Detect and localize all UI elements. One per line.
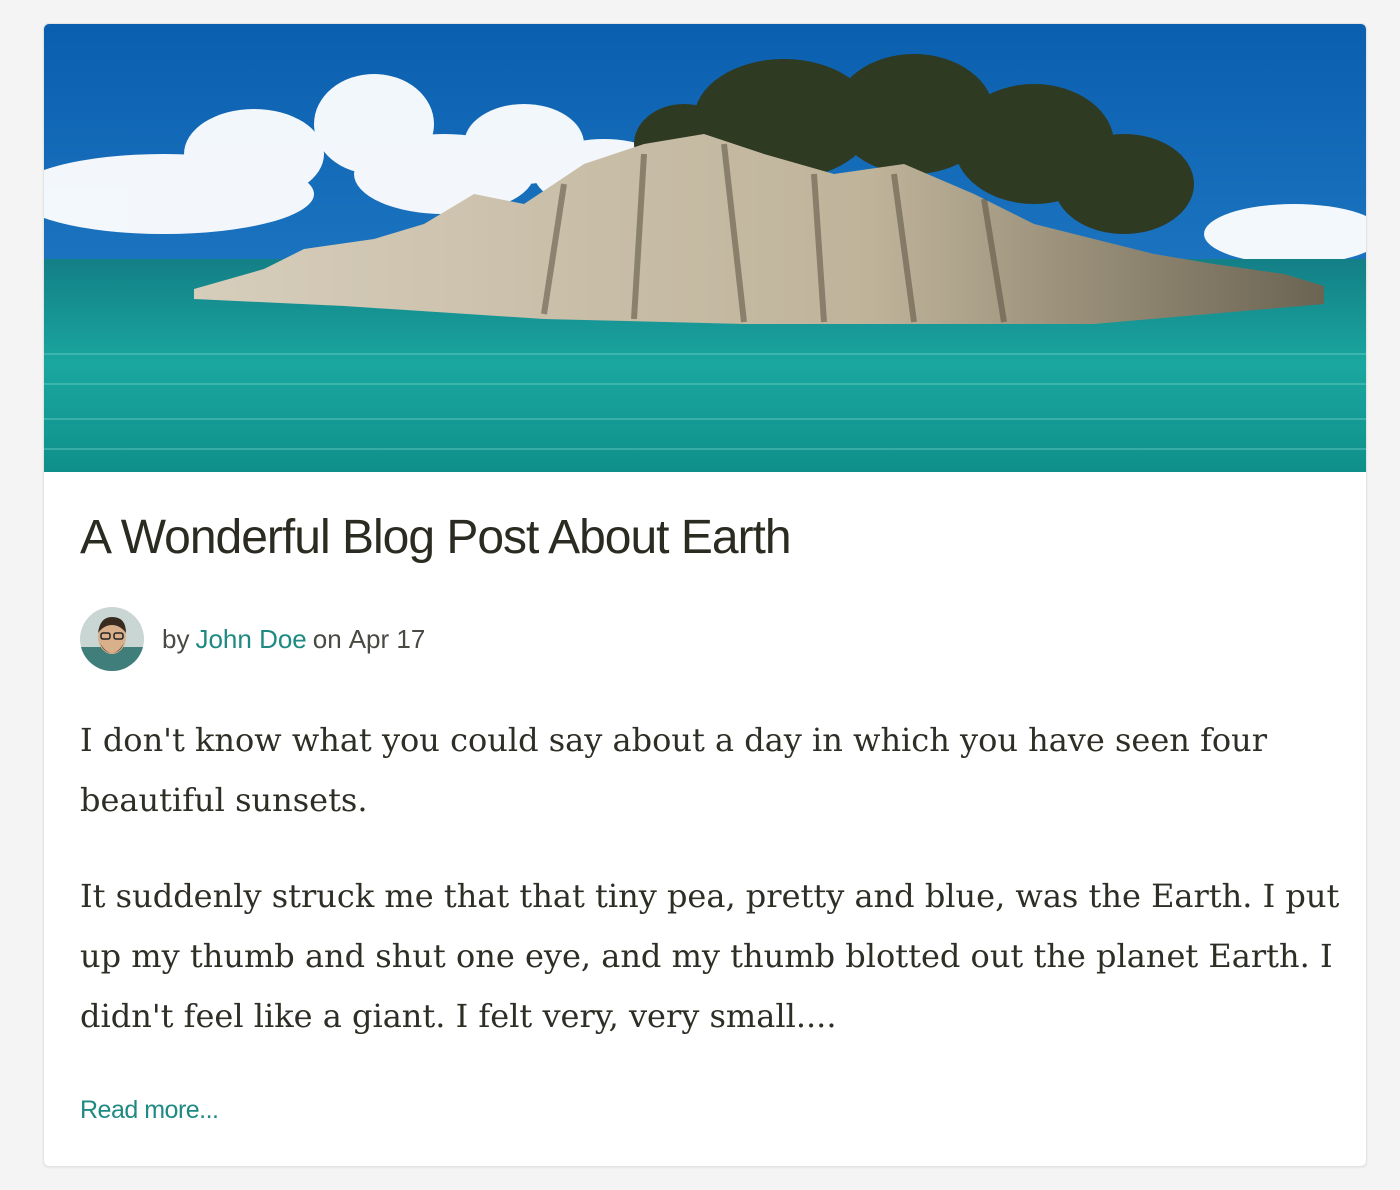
byline-date-prefix: on: [312, 623, 342, 654]
author-link[interactable]: John Doe: [195, 624, 306, 655]
post-date: Apr 17: [348, 623, 426, 654]
hero-image[interactable]: [44, 24, 1366, 472]
byline-prefix: by: [162, 623, 190, 654]
blog-post-card: A Wonderful Blog Post About Earth by Joh…: [43, 23, 1367, 1167]
author-avatar[interactable]: [80, 607, 144, 671]
post-byline: by John Doe on Apr 17: [80, 606, 425, 672]
excerpt-paragraph: It suddenly struck me that that tiny pea…: [80, 877, 1340, 1035]
post-title[interactable]: A Wonderful Blog Post About Earth: [80, 510, 792, 565]
excerpt-paragraph: I don't know what you could say about a …: [80, 721, 1268, 819]
read-more-link[interactable]: Read more...: [80, 1096, 219, 1125]
post-excerpt: I don't know what you could say about a …: [80, 710, 1340, 1082]
